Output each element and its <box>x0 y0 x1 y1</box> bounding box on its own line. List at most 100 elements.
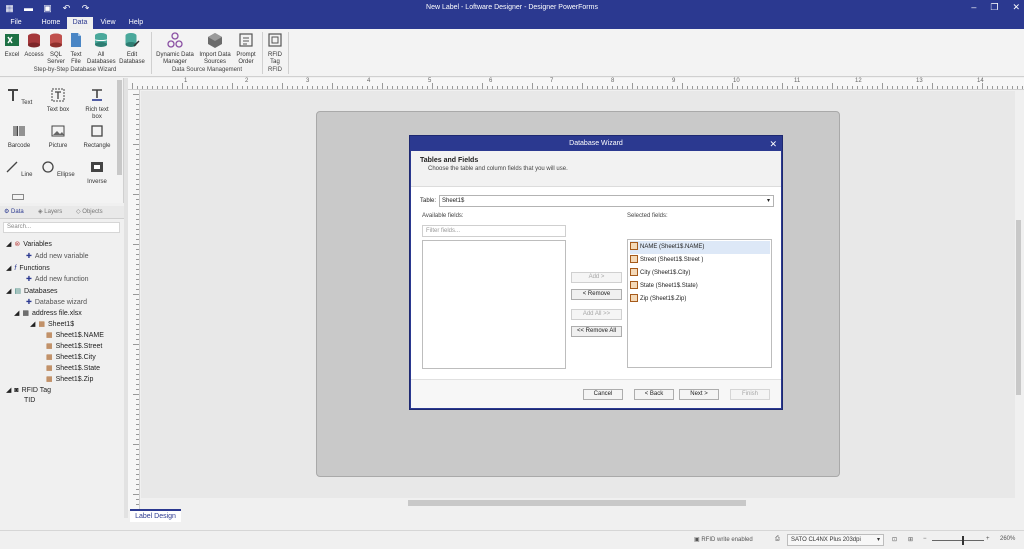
list-item[interactable]: City (Sheet1$.City) <box>630 267 690 280</box>
panel-search-input[interactable]: Search... <box>3 222 120 233</box>
sql-server-button[interactable]: SQL Server <box>46 32 66 66</box>
edit-database-label: Edit Database <box>119 52 145 65</box>
tab-label-design[interactable]: Label Design <box>130 509 181 522</box>
add-all-button[interactable]: Add All >> <box>571 309 622 320</box>
ruler-tick <box>136 364 139 365</box>
zoom-slider-thumb[interactable] <box>962 536 964 545</box>
tree-rfid-tag[interactable]: ◢ ◙ RFID Tag <box>6 386 51 394</box>
prompt-order-button[interactable]: Prompt Order <box>234 32 258 66</box>
finish-button[interactable]: Finish <box>730 389 770 400</box>
back-button[interactable]: < Back <box>634 389 674 400</box>
zoom-out-icon[interactable]: − <box>923 536 927 542</box>
inverse-tool[interactable]: Inverse <box>80 160 114 186</box>
tree-file[interactable]: ◢ ▦ address file.xlsx <box>14 309 82 317</box>
ruler-tick <box>136 489 139 490</box>
tab-file[interactable]: File <box>4 17 28 29</box>
printer-select[interactable]: SATO CL4NX Plus 203dpi ▾ <box>787 534 884 546</box>
ruler-tick <box>547 86 548 89</box>
remove-button[interactable]: < Remove <box>571 289 622 300</box>
ruler-tick <box>432 83 433 89</box>
filter-fields-input[interactable]: Filter fields... <box>422 225 566 237</box>
prompt-order-icon <box>239 33 253 47</box>
text-box-tool[interactable]: Text box <box>41 88 75 114</box>
add-variable-link[interactable]: ✚ Add new variable <box>26 252 89 260</box>
list-item[interactable]: Street (Sheet1$.Street ) <box>630 254 703 267</box>
dynamic-data-manager-button[interactable]: Dynamic Data Manager <box>155 32 195 66</box>
minimize-icon[interactable]: – <box>971 2 976 13</box>
tree-sheet[interactable]: ◢ ▦ Sheet1$ <box>30 320 74 328</box>
tree-functions[interactable]: ◢ f Functions <box>6 264 50 272</box>
rich-text-tool[interactable]: Rich text box <box>80 88 114 121</box>
ruler-tick <box>257 86 258 89</box>
tree-databases[interactable]: ◢ ▤ Databases <box>6 287 57 295</box>
close-window-icon[interactable]: ✕ <box>1012 2 1020 13</box>
barcode-tool[interactable]: Barcode <box>2 124 36 150</box>
cancel-button[interactable]: Cancel <box>583 389 623 400</box>
selected-fields-list[interactable]: NAME (Sheet1$.NAME) Street (Sheet1$.Stre… <box>627 239 772 368</box>
tree-field[interactable]: ▦ Sheet1$.Zip <box>46 375 93 383</box>
ruler-tick <box>467 86 468 89</box>
ruler-tick <box>202 86 203 89</box>
horizontal-scrollbar[interactable] <box>408 500 746 506</box>
tab-view[interactable]: View <box>96 17 120 29</box>
ruler-tick <box>947 86 948 89</box>
import-data-sources-button[interactable]: Import Data Sources <box>197 32 233 66</box>
ruler-tick <box>136 319 139 320</box>
remove-all-button[interactable]: << Remove All <box>571 326 622 337</box>
rich-text-icon <box>92 89 102 101</box>
next-button[interactable]: Next > <box>679 389 719 400</box>
tools-scrollbar[interactable] <box>117 80 122 175</box>
picture-tool[interactable]: Picture <box>41 124 75 150</box>
ruler-tick <box>136 209 139 210</box>
fit-page-icon[interactable]: ⊡ <box>892 536 897 543</box>
rectangle-tool[interactable]: Rectangle <box>80 124 114 150</box>
tab-objects[interactable]: ◇ Objects <box>76 208 103 215</box>
table-select[interactable]: Sheet1$ ▾ <box>439 195 774 207</box>
chevron-down-icon: ▾ <box>876 537 880 543</box>
tree-variables[interactable]: ◢ ⊗ Variables <box>6 240 52 248</box>
close-icon[interactable]: ✕ <box>769 138 777 150</box>
tree-field[interactable]: ▦ Sheet1$.State <box>46 364 100 372</box>
zoom-slider[interactable] <box>932 540 984 541</box>
more-tools-icon[interactable] <box>12 194 24 200</box>
ruler-tick <box>136 279 139 280</box>
ruler-label: 6 <box>489 78 493 84</box>
add-function-link[interactable]: ✚ Add new function <box>26 275 89 283</box>
fit-width-icon[interactable]: ⊞ <box>908 536 913 543</box>
ruler-tick <box>152 86 153 89</box>
tree-field[interactable]: ▦ Sheet1$.NAME <box>46 331 104 339</box>
tab-layers[interactable]: ◈ Layers <box>38 208 62 215</box>
available-fields-list[interactable] <box>422 240 566 369</box>
database-wizard-link[interactable]: ✚ Database wizard <box>26 298 87 306</box>
restore-icon[interactable]: ❐ <box>990 2 998 13</box>
access-button[interactable]: Access <box>24 32 44 59</box>
tab-home[interactable]: Home <box>38 17 64 29</box>
text-file-button[interactable]: Text File <box>68 32 84 66</box>
chevron-down-icon: ▾ <box>766 198 770 204</box>
ruler-tick <box>136 419 139 420</box>
add-button[interactable]: Add > <box>571 272 622 283</box>
edit-database-button[interactable]: Edit Database <box>118 32 146 66</box>
tree-field[interactable]: ▦ Sheet1$.City <box>46 353 96 361</box>
all-databases-button[interactable]: All Databases <box>87 32 116 66</box>
line-tool[interactable]: Line <box>2 160 36 179</box>
list-item[interactable]: State (Sheet1$.State) <box>630 280 698 293</box>
list-item[interactable]: NAME (Sheet1$.NAME) <box>630 241 770 254</box>
ellipse-tool[interactable]: Ellipse <box>41 160 75 179</box>
list-item[interactable]: Zip (Sheet1$.Zip) <box>630 293 686 306</box>
rfid-tag-label: RFID Tag <box>268 52 282 65</box>
tab-data-panel[interactable]: ⚙ Data <box>4 208 24 215</box>
vertical-scrollbar[interactable] <box>1016 220 1021 395</box>
ruler-tick <box>892 86 893 89</box>
tab-data[interactable]: Data <box>67 17 93 29</box>
zoom-in-icon[interactable]: + <box>986 536 990 542</box>
tab-help[interactable]: Help <box>124 17 148 29</box>
ruler-tick <box>312 86 313 89</box>
tree-tid[interactable]: TID <box>24 397 35 404</box>
rfid-tag-button[interactable]: RFID Tag <box>265 32 285 66</box>
window-controls: – ❐ ✕ <box>971 2 1020 13</box>
text-tool[interactable]: Text <box>2 88 36 107</box>
ruler-tick <box>136 439 139 440</box>
excel-button[interactable]: Excel <box>2 32 22 59</box>
tree-field[interactable]: ▦ Sheet1$.Street <box>46 342 102 350</box>
